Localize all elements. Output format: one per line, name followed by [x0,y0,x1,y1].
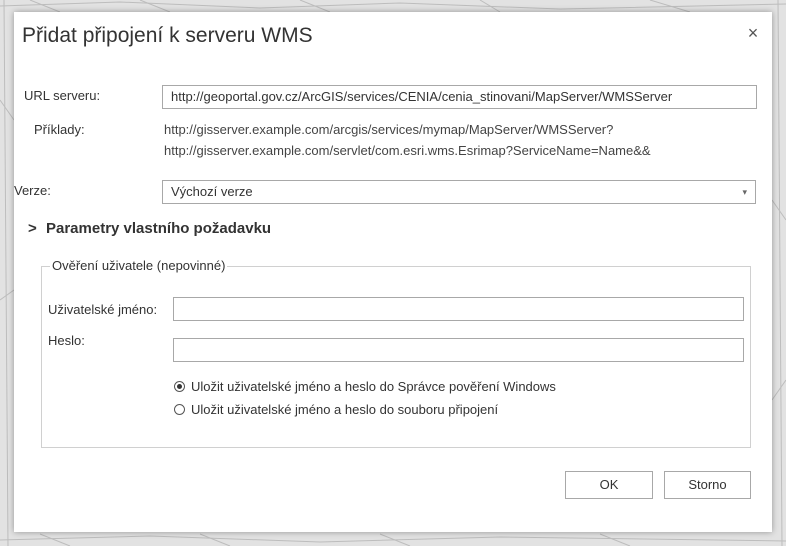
dialog-title: Přidat připojení k serveru WMS [22,24,313,47]
dropdown-arrow-icon: ▾ [742,187,747,197]
cancel-button[interactable]: Storno [664,471,751,499]
wms-connection-dialog: Přidat připojení k serveru WMS × URL ser… [14,12,772,532]
save-windows-credentials-option[interactable]: Uložit uživatelské jméno a heslo do Sprá… [174,379,556,394]
custom-params-label: Parametry vlastního požadavku [46,220,272,237]
save-windows-credentials-label: Uložit uživatelské jméno a heslo do Sprá… [191,379,556,394]
example-line-1: http://gisserver.example.com/arcgis/serv… [164,122,614,137]
version-label: Verze: [14,183,51,198]
server-url-input[interactable]: http://geoportal.gov.cz/ArcGIS/services/… [162,85,757,109]
radio-unselected[interactable] [174,404,185,415]
password-input[interactable] [173,338,744,362]
ok-button[interactable]: OK [565,471,653,499]
auth-group-legend: Ověření uživatele (nepovinné) [50,258,228,273]
custom-params-expander[interactable]: > Parametry vlastního požadavku [28,220,271,237]
username-label: Uživatelské jméno: [48,302,158,317]
version-selected-value: Výchozí verze [171,184,253,199]
chevron-right-icon: > [28,220,37,237]
save-connection-file-label: Uložit uživatelské jméno a heslo do soub… [191,402,499,417]
version-select[interactable]: Výchozí verze ▾ [162,180,756,204]
radio-selected[interactable] [174,381,185,392]
password-label: Heslo: [48,333,85,348]
username-input[interactable] [173,297,744,321]
example-line-2: http://gisserver.example.com/servlet/com… [164,143,651,158]
close-icon[interactable]: × [744,24,762,42]
save-connection-file-option[interactable]: Uložit uživatelské jméno a heslo do soub… [174,402,498,417]
server-url-label: URL serveru: [24,88,101,103]
examples-label: Příklady: [34,122,85,137]
